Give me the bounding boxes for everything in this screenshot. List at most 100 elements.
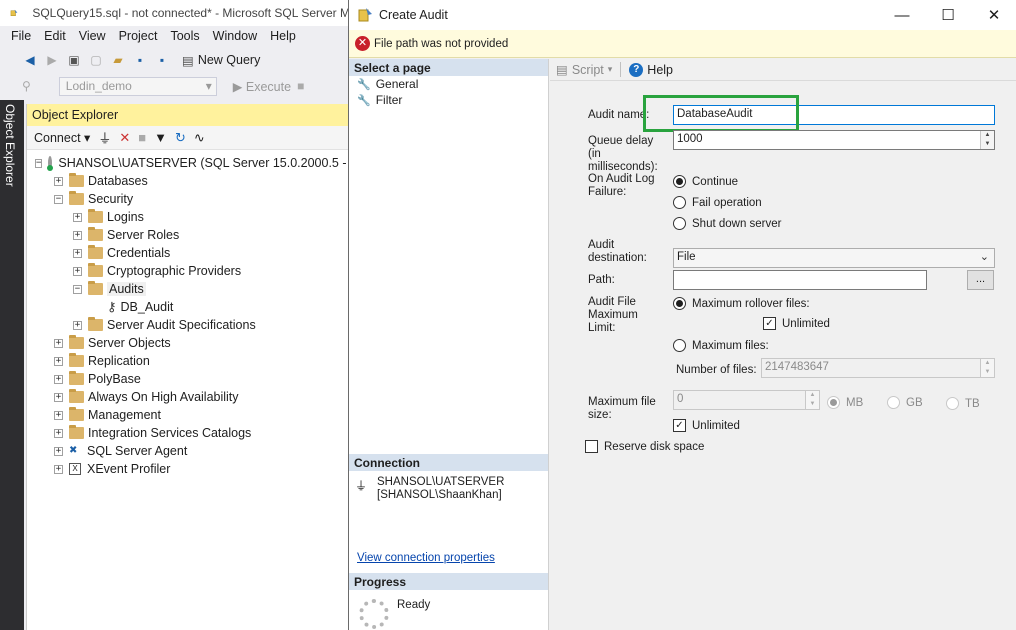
menu-edit[interactable]: Edit — [37, 29, 72, 43]
forward-icon[interactable]: ▶ — [44, 52, 60, 68]
save-icon[interactable]: ▪ — [132, 52, 148, 68]
chevron-down-icon: ⌄ — [979, 251, 989, 263]
checkbox-icon — [585, 440, 598, 453]
tree-node-credentials[interactable]: + Credentials — [27, 244, 350, 262]
object-explorer-side-tab[interactable]: Object Explorer — [0, 100, 24, 630]
menu-file[interactable]: File — [4, 29, 37, 43]
connect-icon[interactable]: ⚲ — [22, 79, 31, 93]
execute-button[interactable]: ▶ Execute — [233, 79, 291, 94]
max-file-size-input[interactable]: 0 ▲ ▼ — [673, 390, 820, 410]
maximize-icon[interactable]: ☐ — [925, 0, 971, 30]
radio-shut-down-server[interactable]: Shut down server — [673, 217, 782, 230]
disconnect-icon[interactable]: ✕ — [119, 130, 130, 146]
tree-node-replication[interactable]: + Replication — [27, 352, 350, 370]
radio-continue[interactable]: Continue — [673, 175, 738, 188]
tree-node-server-roles[interactable]: + Server Roles — [27, 226, 350, 244]
audit-destination-select[interactable]: File ⌄ — [673, 248, 995, 268]
connect-dropdown[interactable]: Connect ▾ — [34, 130, 90, 145]
message-bar: ✕ File path was not provided — [349, 30, 1016, 58]
database-select[interactable]: Lodin_demo — [58, 76, 217, 96]
expand-icon[interactable]: + — [54, 374, 63, 384]
collapse-icon[interactable]: − — [35, 158, 43, 168]
chevron-down-icon: ▾ — [607, 64, 613, 74]
radio-fail-operation[interactable]: Fail operation — [673, 196, 762, 209]
browse-button[interactable]: ... — [967, 270, 994, 290]
radio-max-rollover-files[interactable]: Maximum rollover files: — [673, 297, 810, 310]
expand-icon[interactable]: + — [54, 446, 63, 456]
tree-node-logins[interactable]: + Logins — [27, 208, 350, 226]
expand-icon[interactable]: + — [54, 356, 63, 366]
connect-plug-icon[interactable]: ⏚ — [98, 128, 111, 147]
menu-window[interactable]: Window — [206, 29, 263, 43]
tree-node-integration-services[interactable]: + Integration Services Catalogs — [27, 424, 350, 442]
open-file-icon[interactable]: ▰ — [110, 52, 126, 68]
menu-help[interactable]: Help — [263, 29, 302, 43]
folder-icon — [69, 371, 84, 385]
tree-node-databases[interactable]: + Databases — [27, 172, 350, 190]
tree-node-sql-server-agent[interactable]: + ✖ SQL Server Agent — [27, 442, 350, 460]
close-icon[interactable]: ✕ — [971, 0, 1016, 30]
menu-project[interactable]: Project — [112, 29, 164, 43]
expand-icon[interactable]: + — [54, 338, 63, 348]
page-filter[interactable]: 🔧 Filter — [349, 92, 548, 108]
spin-arrows-icon[interactable]: ▲ ▼ — [805, 391, 819, 409]
view-connection-properties-link[interactable]: View connection properties — [357, 552, 495, 564]
queue-delay-input[interactable]: 1000 ▲ ▼ — [673, 130, 995, 150]
tree-node-cryptographic-providers[interactable]: + Cryptographic Providers — [27, 262, 350, 280]
expand-icon[interactable]: + — [73, 212, 82, 222]
expand-icon[interactable]: + — [54, 176, 63, 186]
tree-node-polybase[interactable]: + PolyBase — [27, 370, 350, 388]
refresh-icon[interactable]: ↻ — [175, 130, 186, 146]
expand-icon[interactable]: + — [73, 320, 82, 330]
ssms-menu-bar: File Edit View Project Tools Window Help — [0, 26, 350, 46]
expand-icon[interactable]: + — [54, 410, 63, 420]
radio-max-files[interactable]: Maximum files: — [673, 339, 769, 352]
radio-unit-tb[interactable]: TB — [946, 397, 980, 410]
tree-node-always-on[interactable]: + Always On High Availability — [27, 388, 350, 406]
folder-icon — [88, 209, 103, 223]
expand-icon[interactable]: + — [54, 392, 63, 402]
tree-node-management[interactable]: + Management — [27, 406, 350, 424]
script-button[interactable]: ▤ Script ▾ — [556, 62, 613, 78]
menu-view[interactable]: View — [72, 29, 112, 43]
radio-unit-gb[interactable]: GB — [887, 396, 923, 409]
tree-node-server-audit-specifications[interactable]: + Server Audit Specifications — [27, 316, 350, 334]
ssms-window: SQLQuery15.sql - not connected* - Micros… — [0, 0, 350, 630]
filter-icon[interactable]: ▼ — [154, 130, 167, 145]
back-icon[interactable]: ◀ — [22, 52, 38, 68]
menu-tools[interactable]: Tools — [163, 29, 205, 43]
tree-node-db-audit[interactable]: ⚷ DB_Audit — [27, 298, 350, 316]
progress-spinner-icon — [359, 599, 389, 629]
number-of-files-input[interactable]: 2147483647 ▲ ▼ — [761, 358, 995, 378]
stop-icon[interactable]: ■ — [138, 130, 146, 145]
page-general[interactable]: 🔧 General — [349, 76, 548, 92]
tree-node-audits[interactable]: − Audits — [27, 280, 350, 298]
rollover-unlimited-checkbox[interactable]: ✓ Unlimited — [763, 317, 830, 330]
save-all-icon[interactable]: ▪ — [154, 52, 170, 68]
help-button[interactable]: ? Help — [629, 62, 673, 77]
tree-node-security[interactable]: − Security — [27, 190, 350, 208]
stop-icon[interactable]: ■ — [297, 79, 304, 93]
collapse-icon[interactable]: − — [54, 194, 63, 204]
reserve-disk-space-checkbox[interactable]: Reserve disk space — [585, 440, 704, 453]
path-input[interactable] — [673, 270, 927, 290]
expand-icon[interactable]: + — [54, 464, 63, 474]
expand-icon[interactable]: + — [73, 266, 82, 276]
collapse-icon[interactable]: − — [73, 284, 82, 294]
spin-arrows-icon[interactable]: ▲ ▼ — [980, 359, 994, 377]
activity-monitor-icon[interactable]: ∿ — [194, 130, 205, 146]
size-unlimited-checkbox[interactable]: ✓ Unlimited — [673, 419, 740, 432]
expand-icon[interactable]: + — [73, 230, 82, 240]
expand-icon[interactable]: + — [54, 428, 63, 438]
new-project-icon[interactable]: ▣ — [66, 52, 82, 68]
tree-node-server-objects[interactable]: + Server Objects — [27, 334, 350, 352]
add-item-icon[interactable]: ▢ — [88, 52, 104, 68]
new-query-button[interactable]: ▤ New Query — [182, 53, 260, 68]
spin-arrows-icon[interactable]: ▲ ▼ — [980, 131, 994, 149]
tree-node-server[interactable]: − SHANSOL\UATSERVER (SQL Server 15.0.200… — [27, 154, 350, 172]
minimize-icon[interactable]: — — [879, 0, 925, 30]
radio-unit-mb[interactable]: MB — [827, 396, 863, 409]
expand-icon[interactable]: + — [73, 248, 82, 258]
tree-node-xevent-profiler[interactable]: + X XEvent Profiler — [27, 460, 350, 478]
number-of-files-label: Number of files: — [676, 364, 757, 376]
